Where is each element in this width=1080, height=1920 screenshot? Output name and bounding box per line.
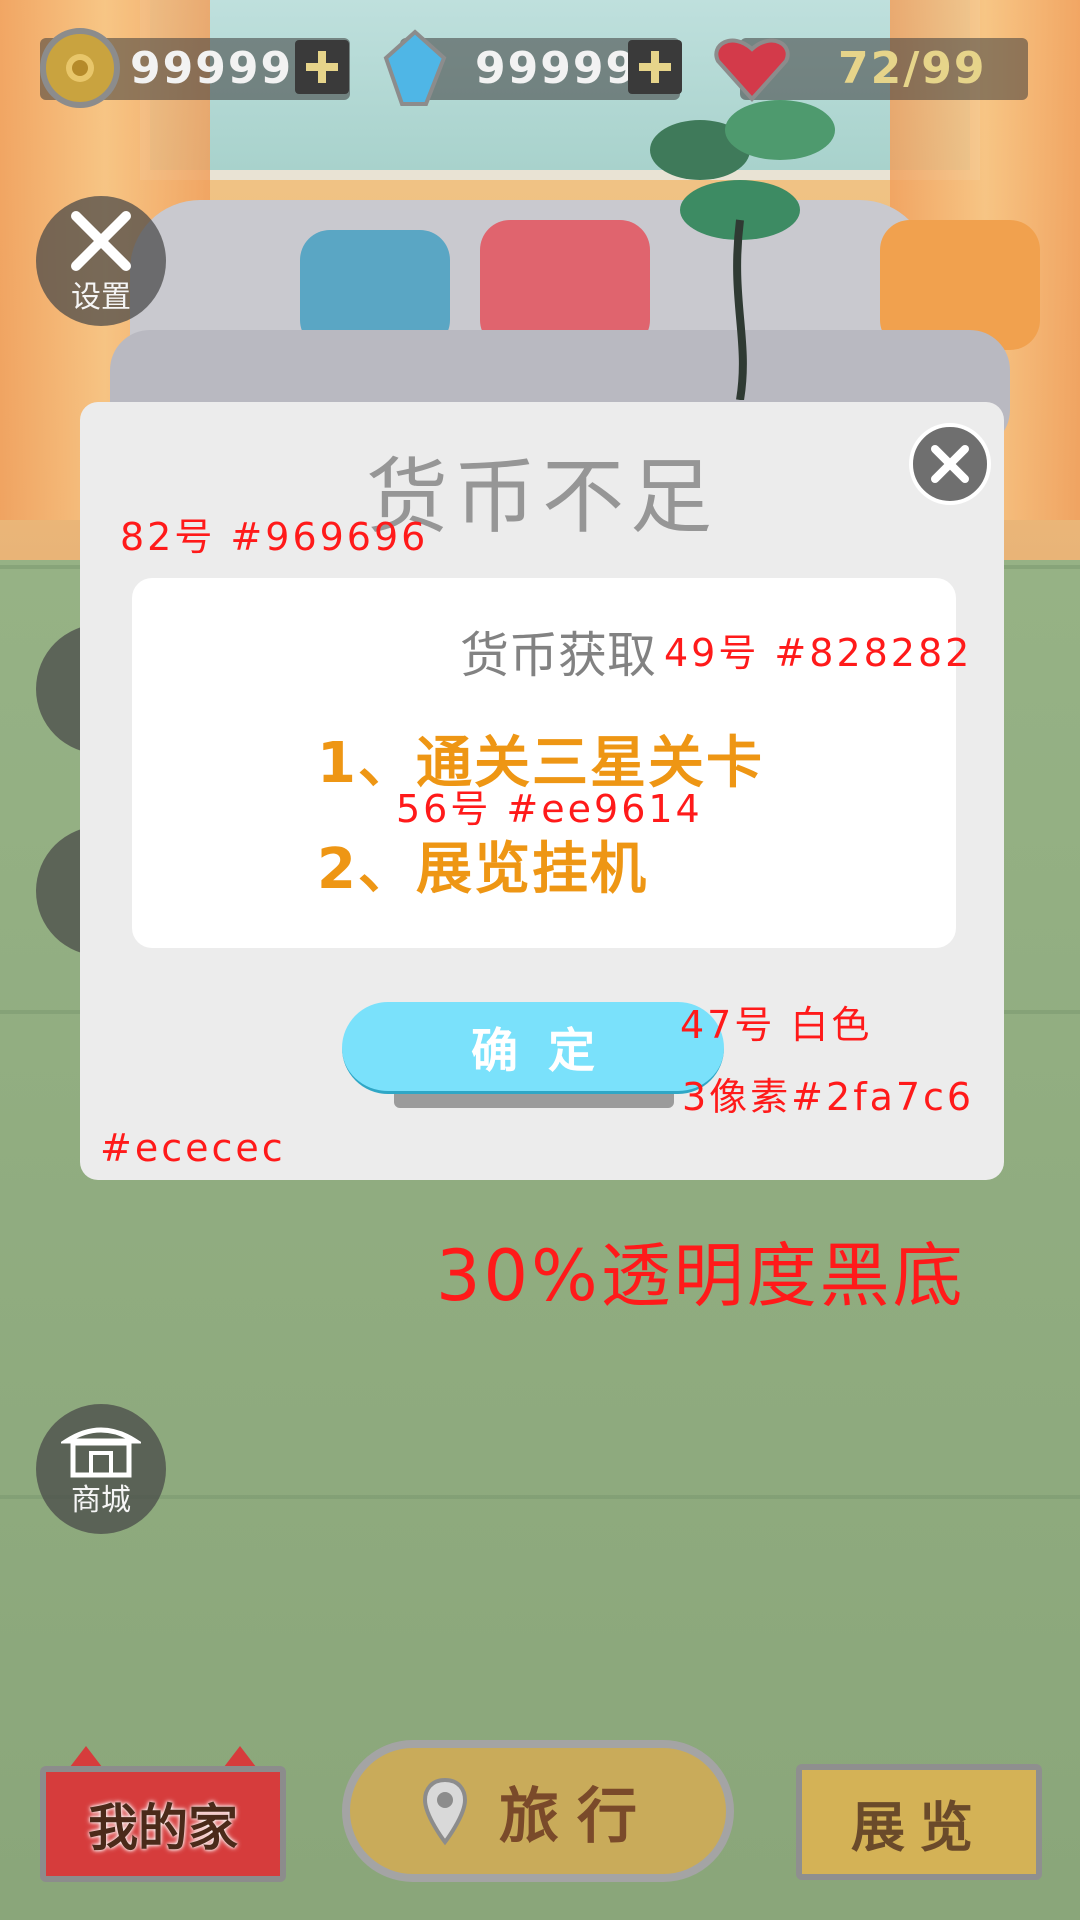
annotation-subtitle-spec: 49号 #828282 <box>664 631 973 675</box>
nav-travel[interactable]: 旅行 <box>342 1740 734 1882</box>
close-button[interactable] <box>909 423 991 505</box>
nav-home-body: 我的家 <box>40 1766 286 1882</box>
confirm-button[interactable]: 确定 <box>342 1002 724 1094</box>
annotation-title-spec: 82号 #969696 <box>120 515 429 559</box>
annotation-button-border-spec: 3像素#2fa7c6 <box>682 1075 975 1119</box>
map-pin-icon <box>422 1777 468 1846</box>
annotation-method-spec: 56号 #ee9614 <box>396 787 703 831</box>
nav-my-home[interactable]: 我的家 <box>40 1746 286 1882</box>
nav-home-label: 我的家 <box>88 1799 238 1857</box>
annotation-button-font-spec: 47号 白色 <box>680 1003 873 1047</box>
method-item: 2、展览挂机 <box>317 837 648 902</box>
nav-travel-label: 旅行 <box>499 1781 655 1852</box>
close-icon <box>931 445 969 483</box>
annotation-overlay-spec: 30%透明度黑底 <box>436 1235 966 1317</box>
panel-heading: 货币获取 <box>459 627 656 684</box>
nav-exhibit-label: 展览 <box>851 1795 987 1859</box>
nav-exhibit[interactable]: 展览 <box>796 1764 1042 1880</box>
annotation-dialog-bg-spec: #ececec <box>100 1126 286 1170</box>
